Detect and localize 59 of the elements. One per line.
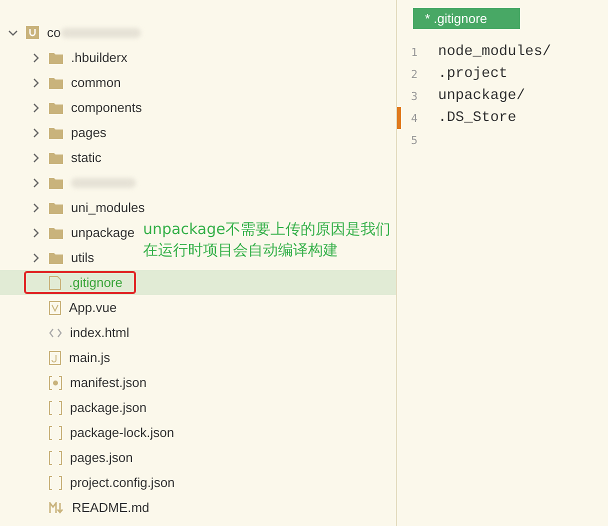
file-name[interactable]: uni_modules xyxy=(71,200,145,215)
line-number: 1 xyxy=(410,46,419,58)
chevron-right-icon[interactable] xyxy=(31,52,41,62)
brackets-icon xyxy=(49,450,62,464)
folder-icon xyxy=(49,226,63,238)
file-name[interactable]: README.md xyxy=(72,500,150,515)
file-name[interactable]: manifest.json xyxy=(70,375,147,390)
folder-icon xyxy=(49,76,63,88)
file-name[interactable]: project.config.json xyxy=(70,475,175,490)
annotation-text: unpackage不需要上传的原因是我们 xyxy=(143,219,390,239)
file-name[interactable]: .hbuilderx xyxy=(71,50,128,65)
file-name[interactable]: main.js xyxy=(69,350,110,365)
folder-icon xyxy=(49,102,63,114)
file-name[interactable]: pages xyxy=(71,125,106,140)
line-number: 5 xyxy=(410,134,419,146)
markdown-icon xyxy=(49,502,64,514)
code-line: node_modules/ xyxy=(438,44,552,60)
annotation-text: 在运行时项目会自动编译构建 xyxy=(143,240,339,260)
chevron-right-icon[interactable] xyxy=(31,152,41,162)
file-name[interactable]: utils xyxy=(71,250,94,265)
line-number: 4 xyxy=(410,112,419,124)
line-number: 2 xyxy=(410,68,419,80)
brackets-icon xyxy=(49,400,62,414)
folder-icon xyxy=(49,52,63,64)
code-icon xyxy=(49,328,62,338)
folder-icon xyxy=(49,176,63,188)
chevron-right-icon[interactable] xyxy=(31,178,41,188)
file-name[interactable]: package-lock.json xyxy=(70,425,174,440)
line-number: 3 xyxy=(410,90,419,102)
js-file-icon xyxy=(49,350,61,364)
brackets-icon xyxy=(49,476,62,490)
file-name[interactable]: App.vue xyxy=(69,300,117,315)
vue-file-icon xyxy=(49,300,61,314)
chevron-right-icon[interactable] xyxy=(31,78,41,88)
folder-icon xyxy=(49,126,63,138)
code-line: unpackage/ xyxy=(438,88,526,104)
chevron-down-icon[interactable] xyxy=(8,28,18,38)
file-name[interactable]: static xyxy=(71,150,102,165)
file-name[interactable]: pages.json xyxy=(70,450,133,465)
file-name[interactable]: components xyxy=(71,100,142,115)
chevron-right-icon[interactable] xyxy=(31,102,41,112)
folder-icon xyxy=(49,152,63,164)
gear-file-icon xyxy=(49,376,62,390)
file-name[interactable]: package.json xyxy=(70,400,147,415)
code-line: .DS_Store xyxy=(438,110,516,126)
code-line: .project xyxy=(438,66,508,82)
file-name[interactable]: unpackage xyxy=(71,225,135,240)
file-name[interactable]: common xyxy=(71,75,121,90)
file-icon xyxy=(49,276,61,290)
folder-icon xyxy=(49,202,63,214)
chevron-right-icon[interactable] xyxy=(31,202,41,212)
file-name[interactable]: index.html xyxy=(70,325,130,340)
project-name[interactable]: co xyxy=(47,25,61,40)
folder-icon xyxy=(49,252,63,264)
brackets-icon xyxy=(49,426,62,440)
chevron-right-icon[interactable] xyxy=(31,228,41,238)
project-icon xyxy=(26,26,39,39)
chevron-right-icon[interactable] xyxy=(31,252,41,262)
chevron-right-icon[interactable] xyxy=(31,128,41,138)
